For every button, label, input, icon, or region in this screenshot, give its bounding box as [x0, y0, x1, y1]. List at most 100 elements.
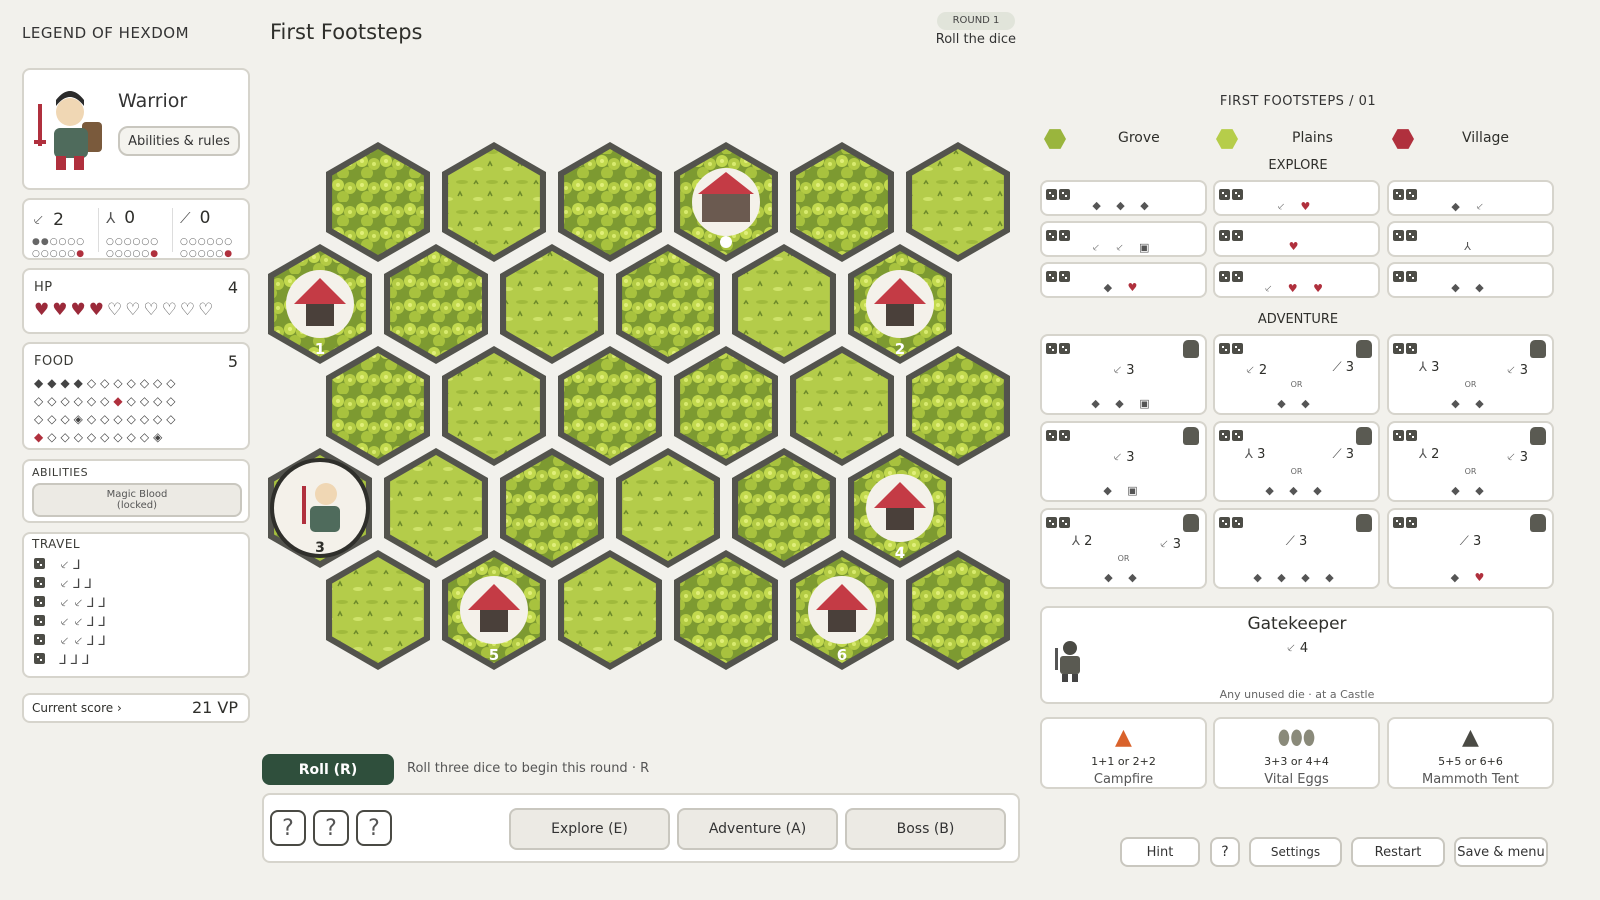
- dice-pair-icon: [1046, 513, 1072, 532]
- settings-button[interactable]: Settings: [1249, 837, 1342, 867]
- dice-pair-icon: [1046, 426, 1072, 445]
- adventure-requirement: ⟋ 3: [1332, 447, 1354, 462]
- stats-card: ⸔ 2 ●●○○○○ ○○○○○● ⅄ 0 ○○○○○○ ○○○○○● ⟋ 0 ○○…: [22, 198, 250, 260]
- boss-card[interactable]: Gatekeeper ⸔ 4 Any unused die · at a Cas…: [1040, 606, 1554, 704]
- explore-cell[interactable]: ◆ ◆ ◆: [1040, 180, 1207, 216]
- terrain-village: Village: [1462, 130, 1510, 146]
- explore-reward-icons: ◆ ◆ ◆: [1092, 199, 1155, 212]
- abilities-rules-button[interactable]: Abilities & rules: [118, 126, 240, 156]
- explore-cell[interactable]: ♥: [1213, 221, 1380, 257]
- explore-cell[interactable]: ◆ ◆: [1387, 262, 1554, 298]
- or-label: OR: [1290, 380, 1303, 389]
- grove-icon: [1044, 129, 1066, 149]
- magic-blood-ability[interactable]: Magic Blood (locked): [32, 483, 242, 517]
- boss-note: Any unused die · at a Castle: [1219, 688, 1375, 701]
- adventure-cell[interactable]: ⸔ 2 ⟋ 3 OR ◆ ◆: [1213, 334, 1380, 415]
- explore-reward-icons: ⸔ ♥: [1276, 200, 1317, 213]
- explore-button[interactable]: Explore (E): [509, 808, 670, 850]
- skull-icon: [720, 236, 732, 248]
- adventure-cell[interactable]: ⅄ 3 ⟋ 3 OR ◆ ◆ ◆: [1213, 421, 1380, 502]
- score-bar[interactable]: Current score › 21 VP: [22, 693, 250, 723]
- reward-name: Vital Eggs: [1264, 772, 1329, 787]
- dice-pair-icon: [1393, 339, 1419, 358]
- sword-icon: [302, 486, 306, 524]
- hint-button[interactable]: Hint: [1120, 837, 1200, 867]
- slime-icon: [1356, 514, 1372, 532]
- adventure-cell[interactable]: ⟋ 3 ◆ ♥: [1387, 508, 1554, 589]
- village-number: 2: [895, 340, 905, 358]
- stat-attack-track: ●●○○○○ ○○○○○●: [32, 237, 86, 259]
- die-slot-1[interactable]: ?: [270, 810, 306, 846]
- explore-cell[interactable]: ⸔ ⸔ ▣: [1040, 221, 1207, 257]
- dice-pair-icon: [1046, 339, 1072, 358]
- level-number: 01: [1358, 94, 1377, 109]
- adventure-reward-icons: ◆ ◆ ▣: [1091, 397, 1156, 410]
- reward-mammoth-tent[interactable]: ▲ 5+5 or 6+6 Mammoth Tent: [1387, 717, 1554, 789]
- explore-cell[interactable]: ⸔ ♥ ♥: [1213, 262, 1380, 298]
- adventure-cell[interactable]: ⅄ 2 ⸔ 3 OR ◆ ◆: [1387, 421, 1554, 502]
- travel-label: TRAVEL: [32, 537, 81, 551]
- wand-icon: ⟋: [180, 209, 191, 227]
- adventure-cell[interactable]: ⟋ 3 ◆ ◆ ◆ ◆: [1213, 508, 1380, 589]
- round-status: Roll the dice: [935, 32, 1016, 47]
- adventure-requirement: ⸔ 2: [1245, 363, 1268, 378]
- adventure-requirement: ⸔ 3: [1112, 450, 1135, 465]
- die-slot-3[interactable]: ?: [356, 810, 392, 846]
- explore-reward-icons: ⅄: [1464, 240, 1477, 253]
- wolf-icon: [1183, 427, 1199, 445]
- lizard-icon: [1356, 427, 1372, 445]
- adventure-reward-icons: ◆ ◆: [1277, 397, 1316, 410]
- adventure-cell[interactable]: ⅄ 2 ⸔ 3 OR ◆ ◆: [1040, 508, 1207, 589]
- hp-value: 4: [227, 278, 238, 297]
- adventure-cell[interactable]: ⸔ 3 ◆ ◆ ▣: [1040, 334, 1207, 415]
- travel-card: TRAVEL ⸔ ⅃ ⸔ ⅃ ⅃ ⸔ ⸔ ⅃ ⅃ ⸔ ⸔ ⅃ ⅃ ⸔ ⸔ ⅃ ⅃…: [22, 532, 250, 678]
- terrain-plains: Plains: [1292, 130, 1333, 146]
- explore-cell[interactable]: ⸔ ♥: [1213, 180, 1380, 216]
- restart-button[interactable]: Restart: [1351, 837, 1445, 867]
- die-slot-2[interactable]: ?: [313, 810, 349, 846]
- explore-cell[interactable]: ◆ ⸔: [1387, 180, 1554, 216]
- adventure-requirement: ⟋ 3: [1285, 534, 1308, 549]
- boss-button[interactable]: Boss (B): [845, 808, 1006, 850]
- adventure-cell[interactable]: ⸔ 3 ◆ ▣: [1040, 421, 1207, 502]
- village-wall: [886, 508, 914, 530]
- score-value: 21 VP: [191, 698, 238, 717]
- ability-name: Magic Blood: [106, 489, 168, 500]
- adventure-reward-icons: ◆ ◆ ◆: [1265, 484, 1328, 497]
- adventure-requirement: ⅄ 2: [1419, 447, 1440, 462]
- stat-speed-value: 0: [124, 208, 136, 228]
- plains-icon: [1216, 129, 1238, 149]
- score-label: Current score ›: [32, 701, 122, 715]
- dice-pair-icon: [1219, 339, 1245, 358]
- save-menu-button[interactable]: Save & menu: [1454, 837, 1548, 867]
- village-wall: [480, 610, 508, 632]
- or-label: OR: [1464, 380, 1477, 389]
- explore-cell[interactable]: ⅄: [1387, 221, 1554, 257]
- boar-icon: [1356, 340, 1372, 358]
- explore-cell[interactable]: ◆ ♥: [1040, 262, 1207, 298]
- hero-class-name: Warrior: [118, 90, 188, 112]
- adventure-requirement: ⅄ 3: [1419, 360, 1440, 375]
- village-wall: [828, 610, 856, 632]
- adventure-requirement: ⸔ 3: [1112, 363, 1135, 378]
- die-6-icon: [34, 653, 45, 664]
- help-button[interactable]: ?: [1210, 837, 1240, 867]
- food-label: FOOD: [34, 354, 74, 369]
- dice-pair-icon: [1219, 426, 1245, 445]
- reward-campfire[interactable]: ▲ 1+1 or 2+2 Campfire: [1040, 717, 1207, 789]
- die-2-icon: [34, 577, 45, 588]
- reward-vital-eggs[interactable]: ⬮⬮⬮ 3+3 or 4+4 Vital Eggs: [1213, 717, 1380, 789]
- adventure-cell[interactable]: ⅄ 3 ⸔ 3 OR ◆ ◆: [1387, 334, 1554, 415]
- adventure-button[interactable]: Adventure (A): [677, 808, 838, 850]
- or-label: OR: [1117, 554, 1130, 563]
- adventure-reward-icons: ◆ ◆: [1104, 571, 1143, 584]
- terrain-grove: Grove: [1118, 130, 1160, 146]
- adventure-requirement: ⅄ 2: [1072, 534, 1093, 549]
- dice-pair-icon: [1219, 513, 1245, 532]
- village-number: 5: [489, 646, 499, 664]
- dice-tray: ? ? ? Explore (E) Adventure (A) Boss (B): [262, 793, 1020, 863]
- roll-button[interactable]: Roll (R): [262, 754, 394, 785]
- village-wall: [886, 304, 914, 326]
- or-label: OR: [1290, 467, 1303, 476]
- adventure-requirement: ⟋ 3: [1332, 360, 1354, 375]
